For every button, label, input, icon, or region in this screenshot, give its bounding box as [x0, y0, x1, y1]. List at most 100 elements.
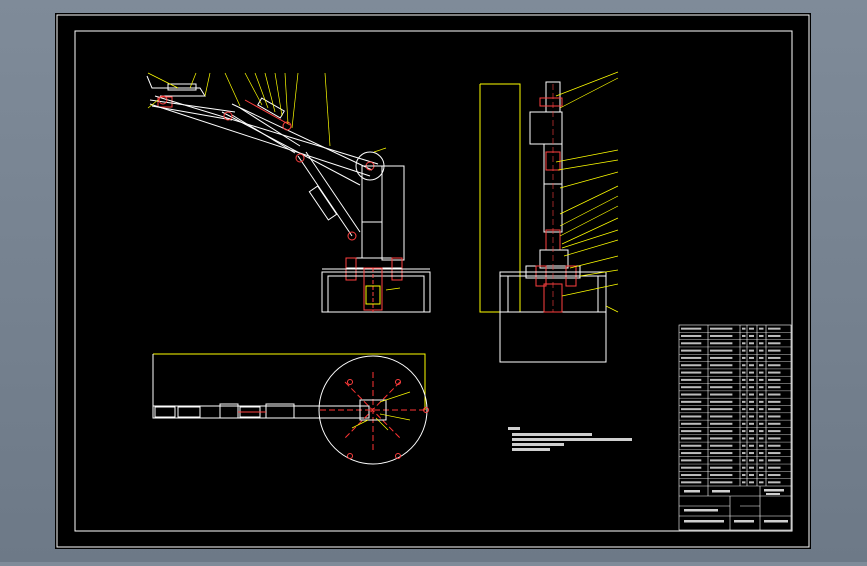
parts-cell-text	[749, 415, 754, 418]
parts-cell-text	[681, 437, 702, 440]
parts-cell-text	[749, 356, 754, 359]
parts-cell-text	[749, 481, 754, 484]
parts-cell-text	[681, 349, 702, 352]
parts-cell-text	[710, 466, 733, 469]
parts-cell-text	[742, 327, 746, 330]
parts-cell-text	[681, 452, 702, 455]
parts-cell-text	[749, 400, 754, 403]
parts-cell-text	[742, 393, 746, 396]
parts-cell-text	[759, 481, 764, 484]
parts-cell-text	[768, 481, 781, 484]
parts-cell-text	[768, 430, 781, 433]
parts-cell-text	[710, 444, 733, 447]
parts-cell-text	[681, 356, 702, 359]
parts-cell-text	[710, 430, 733, 433]
parts-cell-text	[749, 452, 754, 455]
parts-cell-text	[768, 393, 781, 396]
parts-cell-text	[710, 393, 733, 396]
parts-cell-text	[710, 349, 733, 352]
parts-cell-text	[742, 430, 746, 433]
parts-cell-text	[710, 342, 733, 345]
parts-cell-text	[681, 415, 702, 418]
parts-cell-text	[759, 327, 764, 330]
parts-cell-text	[749, 466, 754, 469]
parts-cell-text	[710, 334, 733, 337]
parts-cell-text	[768, 386, 781, 389]
parts-cell-text	[710, 481, 733, 484]
parts-cell-text	[759, 349, 764, 352]
parts-cell-text	[681, 474, 702, 477]
parts-cell-text	[710, 371, 733, 374]
parts-cell-text	[681, 422, 702, 425]
parts-cell-text	[768, 452, 781, 455]
parts-cell-text	[681, 327, 702, 330]
parts-cell-text	[768, 400, 781, 403]
parts-cell-text	[749, 334, 754, 337]
parts-cell-text	[681, 444, 702, 447]
parts-cell-text	[759, 393, 764, 396]
parts-cell-text	[768, 342, 781, 345]
parts-cell-text	[759, 444, 764, 447]
parts-cell-text	[759, 378, 764, 381]
parts-cell-text	[768, 327, 781, 330]
parts-cell-text	[768, 466, 781, 469]
parts-cell-text	[710, 356, 733, 359]
parts-cell-text	[681, 393, 702, 396]
parts-cell-text	[742, 386, 746, 389]
parts-cell-text	[768, 334, 781, 337]
parts-cell-text	[759, 437, 764, 440]
parts-cell-text	[710, 452, 733, 455]
parts-cell-text	[742, 422, 746, 425]
parts-cell-text	[681, 386, 702, 389]
parts-cell-text	[749, 474, 754, 477]
parts-cell-text	[759, 400, 764, 403]
parts-cell-text	[759, 386, 764, 389]
parts-cell-text	[710, 408, 733, 411]
parts-cell-text	[768, 349, 781, 352]
parts-cell-text	[768, 474, 781, 477]
parts-cell-text	[749, 444, 754, 447]
parts-cell-text	[749, 349, 754, 352]
parts-cell-text	[759, 356, 764, 359]
parts-cell-text	[749, 371, 754, 374]
parts-cell-text	[759, 334, 764, 337]
parts-cell-text	[742, 342, 746, 345]
parts-cell-text	[681, 430, 702, 433]
parts-cell-text	[768, 437, 781, 440]
parts-cell-text	[742, 452, 746, 455]
parts-cell-text	[749, 430, 754, 433]
parts-cell-text	[681, 459, 702, 462]
parts-cell-text	[759, 422, 764, 425]
parts-cell-text	[710, 327, 733, 330]
parts-cell-text	[742, 334, 746, 337]
parts-cell-text	[768, 422, 781, 425]
parts-cell-text	[710, 459, 733, 462]
parts-cell-text	[749, 437, 754, 440]
parts-cell-text	[710, 364, 733, 367]
parts-cell-text	[742, 481, 746, 484]
parts-cell-text	[681, 400, 702, 403]
parts-cell-text	[742, 378, 746, 381]
parts-cell-text	[681, 466, 702, 469]
parts-cell-text	[759, 459, 764, 462]
parts-cell-text	[749, 422, 754, 425]
parts-cell-text	[759, 474, 764, 477]
parts-cell-text	[742, 459, 746, 462]
parts-cell-text	[710, 400, 733, 403]
parts-cell-text	[759, 466, 764, 469]
parts-cell-text	[742, 466, 746, 469]
parts-cell-text	[759, 371, 764, 374]
parts-cell-text	[768, 459, 781, 462]
parts-cell-text	[768, 415, 781, 418]
parts-cell-text	[749, 327, 754, 330]
parts-cell-text	[710, 422, 733, 425]
parts-cell-text	[681, 334, 702, 337]
parts-cell-text	[710, 386, 733, 389]
parts-cell-text	[742, 356, 746, 359]
parts-cell-text	[710, 437, 733, 440]
parts-cell-text	[742, 349, 746, 352]
parts-cell-text	[749, 342, 754, 345]
parts-cell-text	[742, 474, 746, 477]
parts-cell-text	[742, 437, 746, 440]
parts-cell-text	[749, 393, 754, 396]
